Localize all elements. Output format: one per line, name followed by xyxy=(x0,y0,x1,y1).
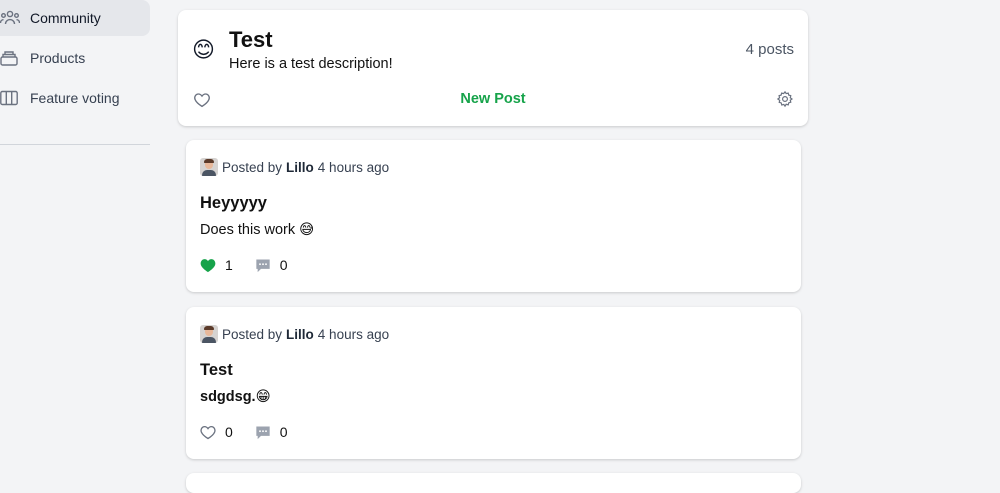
sidebar-item-label: Feature voting xyxy=(30,90,120,106)
sidebar-item-products[interactable]: Products xyxy=(0,40,150,76)
post-meta: Posted by Lillo 4 hours ago xyxy=(200,158,389,176)
post-meta: Posted by Lillo 4 hours ago xyxy=(200,325,389,343)
comment-icon xyxy=(256,259,270,272)
heart-filled-icon xyxy=(200,258,216,272)
sidebar-item-label: Products xyxy=(30,50,86,66)
sidebar-item-label: Community xyxy=(30,10,101,26)
comment-count: 0 xyxy=(279,257,288,273)
post-title[interactable]: Test xyxy=(200,361,233,380)
community-header-card: 😊 Test Here is a test description! 4 pos… xyxy=(178,10,808,126)
new-post-button-row: New Post xyxy=(178,91,808,107)
like-button[interactable]: 0 xyxy=(200,424,233,440)
community-emoji: 😊 xyxy=(192,37,215,62)
sidebar: Community Products Feature voting xyxy=(0,0,150,477)
posted-by-text: Posted by xyxy=(222,159,283,175)
avatar xyxy=(200,158,218,176)
post-body: sdgdsg.😁 xyxy=(200,389,271,405)
new-post-button[interactable]: New Post xyxy=(460,91,525,107)
columns-icon xyxy=(0,88,20,108)
sidebar-item-feature-voting[interactable]: Feature voting xyxy=(0,80,150,116)
users-icon xyxy=(0,8,20,28)
sidebar-item-community[interactable]: Community xyxy=(0,0,150,36)
comment-button[interactable]: 0 xyxy=(255,257,288,273)
stack-icon xyxy=(0,48,20,68)
post-actions: 0 0 xyxy=(200,424,288,440)
post-card[interactable]: Posted by Lillo 4 hours ago Test sdgdsg.… xyxy=(186,307,801,459)
like-count: 0 xyxy=(225,424,233,440)
comment-count: 0 xyxy=(279,424,288,440)
post-card[interactable]: Posted by Lillo 4 hours ago Heyyyyy Does… xyxy=(186,140,801,292)
avatar xyxy=(200,325,218,343)
community-description: Here is a test description! xyxy=(229,56,393,72)
post-body: Does this work 😅 xyxy=(200,222,315,238)
sidebar-divider xyxy=(0,144,150,145)
post-actions: 1 0 xyxy=(200,257,288,273)
like-count: 1 xyxy=(225,257,233,273)
post-count: 4 posts xyxy=(745,41,794,58)
post-author[interactable]: Lillo xyxy=(286,160,314,175)
posted-by-text: Posted by xyxy=(222,326,283,342)
comment-button[interactable]: 0 xyxy=(255,424,288,440)
gear-icon[interactable] xyxy=(776,90,794,108)
comment-icon xyxy=(256,426,270,439)
post-card[interactable] xyxy=(186,473,801,493)
post-author[interactable]: Lillo xyxy=(286,327,314,342)
community-title: Test xyxy=(229,27,273,52)
post-time: 4 hours ago xyxy=(317,326,390,342)
heart-outline-icon xyxy=(200,425,216,439)
post-time: 4 hours ago xyxy=(317,159,390,175)
post-title[interactable]: Heyyyyy xyxy=(200,194,267,213)
like-button[interactable]: 1 xyxy=(200,257,233,273)
